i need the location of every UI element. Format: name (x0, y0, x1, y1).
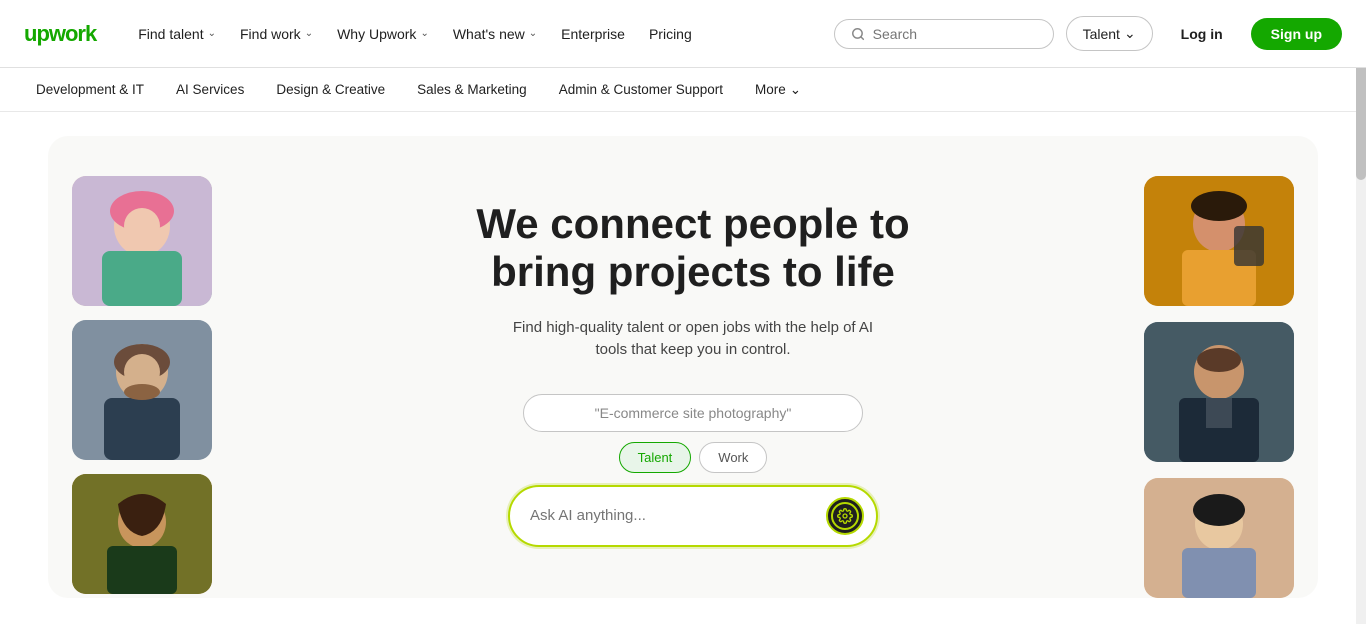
ai-submit-button[interactable] (826, 497, 864, 535)
scrollbar[interactable] (1356, 0, 1366, 624)
search-input[interactable] (873, 26, 1037, 42)
upwork-logo[interactable]: upwork (24, 21, 96, 47)
sec-nav-dev-it[interactable]: Development & IT (24, 74, 156, 105)
sec-nav-ai-services[interactable]: AI Services (164, 74, 256, 105)
sec-nav-more[interactable]: More ⌄ (743, 74, 813, 106)
login-button[interactable]: Log in (1165, 18, 1239, 50)
photo-braids-woman (72, 474, 212, 594)
photo-asian-woman (1144, 478, 1294, 598)
filter-row: Talent Work (619, 442, 768, 473)
hero-section: We connect people to bring projects to l… (0, 112, 1366, 598)
chevron-down-icon: ⌄ (208, 28, 216, 39)
sec-nav-admin-support[interactable]: Admin & Customer Support (547, 74, 735, 105)
secondary-nav: Development & IT AI Services Design & Cr… (0, 68, 1366, 112)
photo-bearded-man (72, 320, 212, 460)
ai-search-input[interactable] (530, 507, 818, 524)
hero-subtitle: Find high-quality talent or open jobs wi… (503, 317, 883, 362)
ai-search-bar[interactable] (508, 485, 878, 547)
hero-center: We connect people to bring projects to l… (252, 168, 1134, 579)
top-nav: upwork Find talent ⌄ Find work ⌄ Why Upw… (0, 0, 1366, 68)
nav-right: Talent ⌄ Log in Sign up (834, 16, 1342, 51)
search-bar[interactable] (834, 19, 1054, 49)
photo-pink-hair (72, 176, 212, 306)
filter-work[interactable]: Work (699, 442, 767, 473)
ai-gear-icon (831, 502, 859, 530)
scrollbar-thumb[interactable] (1356, 60, 1366, 180)
chevron-down-icon: ⌄ (529, 28, 537, 39)
nav-enterprise[interactable]: Enterprise (551, 18, 635, 50)
nav-whats-new[interactable]: What's new ⌄ (443, 18, 547, 50)
talent-dropdown[interactable]: Talent ⌄ (1066, 16, 1153, 51)
chevron-down-icon: ⌄ (305, 28, 313, 39)
sec-nav-design-creative[interactable]: Design & Creative (264, 74, 397, 105)
nav-find-work[interactable]: Find work ⌄ (230, 18, 323, 50)
right-photo-collage (1134, 168, 1294, 598)
chevron-down-icon: ⌄ (420, 28, 428, 39)
nav-why-upwork[interactable]: Why Upwork ⌄ (327, 18, 439, 50)
photo-tablet-woman (1144, 176, 1294, 306)
left-photo-collage (72, 168, 252, 594)
photo-suit-man (1144, 322, 1294, 462)
signup-button[interactable]: Sign up (1251, 18, 1342, 50)
nav-links: Find talent ⌄ Find work ⌄ Why Upwork ⌄ W… (128, 18, 833, 50)
hero-card: We connect people to bring projects to l… (48, 136, 1318, 598)
chevron-down-icon: ⌄ (1124, 25, 1136, 42)
hero-title: We connect people to bring projects to l… (433, 200, 953, 297)
search-icon (851, 26, 865, 42)
search-example-text[interactable]: "E-commerce site photography" (523, 394, 863, 432)
nav-pricing[interactable]: Pricing (639, 18, 702, 50)
filter-talent[interactable]: Talent (619, 442, 692, 473)
chevron-down-icon: ⌄ (790, 82, 801, 98)
sec-nav-sales-marketing[interactable]: Sales & Marketing (405, 74, 539, 105)
nav-find-talent[interactable]: Find talent ⌄ (128, 18, 226, 50)
